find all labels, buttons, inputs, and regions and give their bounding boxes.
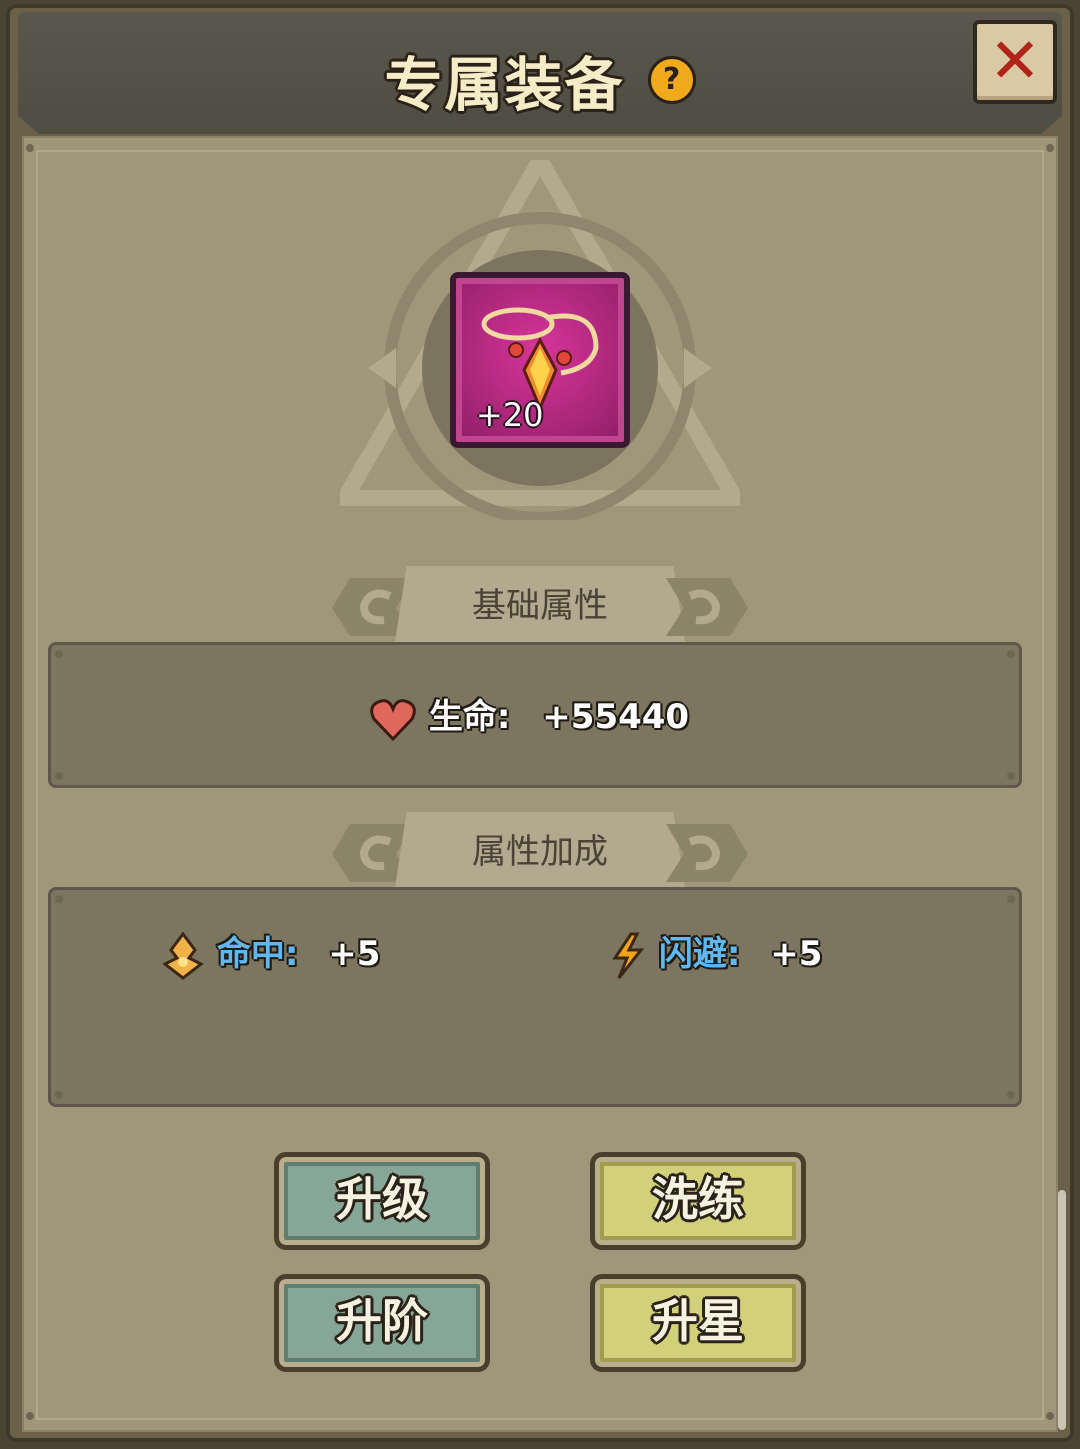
- title-row: 专属装备 ?: [0, 38, 1080, 122]
- stat-accuracy-name: 命中:: [216, 934, 299, 974]
- stat-hp-value: +55440: [542, 697, 690, 737]
- accuracy-icon: [162, 931, 204, 980]
- box-rivet: [1007, 772, 1015, 780]
- advance-button[interactable]: 升阶: [274, 1274, 490, 1372]
- refine-button[interactable]: 洗练: [590, 1152, 806, 1250]
- item-level-label: +20: [476, 396, 544, 434]
- equipment-item-slot[interactable]: +20: [450, 272, 630, 448]
- scrollbar[interactable]: [1058, 1190, 1066, 1430]
- corner-rivet: [26, 1412, 34, 1420]
- box-rivet: [1007, 1091, 1015, 1099]
- stat-accuracy: 命中: +5: [161, 926, 380, 980]
- base-attributes-box: 生命: +55440: [48, 642, 1022, 788]
- star-up-button[interactable]: 升星: [590, 1274, 806, 1372]
- lightning-icon: [612, 932, 645, 979]
- box-rivet: [1007, 650, 1015, 658]
- stat-dodge-value: +5: [770, 934, 823, 974]
- box-rivet: [55, 650, 63, 658]
- stat-dodge: 闪避: +5: [607, 926, 822, 980]
- upgrade-button[interactable]: 升级: [274, 1152, 490, 1250]
- corner-rivet: [1046, 1412, 1054, 1420]
- heart-icon: [370, 698, 416, 741]
- box-rivet: [55, 772, 63, 780]
- bonus-attributes-header: 属性加成: [0, 812, 1080, 888]
- base-attributes-title: 基础属性: [472, 586, 608, 626]
- bonus-attributes-title: 属性加成: [472, 832, 608, 872]
- stat-hp-name: 生命:: [428, 697, 511, 737]
- corner-rivet: [1046, 144, 1054, 152]
- stat-dodge-name: 闪避:: [658, 934, 741, 974]
- base-attributes-header: 基础属性: [0, 566, 1080, 642]
- box-rivet: [55, 1091, 63, 1099]
- page-title: 专属装备: [384, 51, 625, 119]
- stat-hp: 生命: +55440: [369, 689, 689, 741]
- stat-accuracy-value: +5: [328, 934, 381, 974]
- bonus-attributes-box: 命中: +5 闪避: +5: [48, 887, 1022, 1107]
- box-rivet: [1007, 895, 1015, 903]
- box-rivet: [55, 895, 63, 903]
- help-icon[interactable]: ?: [647, 56, 696, 104]
- corner-rivet: [26, 144, 34, 152]
- close-button[interactable]: ✕: [973, 20, 1057, 104]
